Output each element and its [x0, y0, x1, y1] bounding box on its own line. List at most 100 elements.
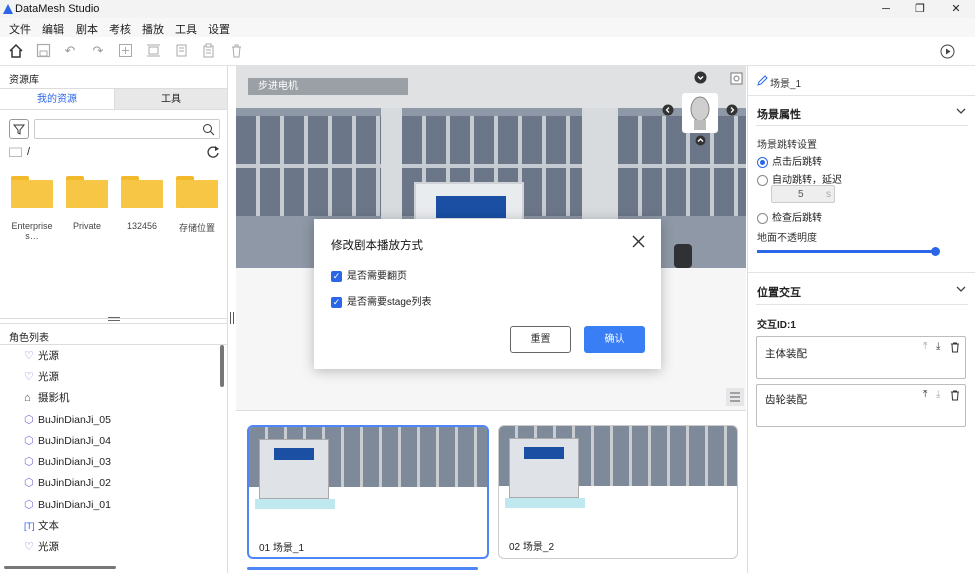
role-item[interactable]: ⬡ BuJinDianJi_03 [24, 452, 111, 473]
add-scene-icon[interactable] [118, 43, 133, 58]
minimize-button[interactable]: ─ [871, 0, 901, 18]
chevron-down-icon[interactable] [956, 108, 966, 116]
interaction-card[interactable]: 齿轮装配 ⤒ ⤓ [756, 384, 966, 427]
radio-click-jump[interactable]: 点击后跳转 [757, 153, 822, 168]
scene-thumbnail-1[interactable]: 01 场景_1 [247, 425, 489, 559]
scene-name-label: 步进电机 [248, 78, 408, 95]
close-window-button[interactable]: ✕ [941, 0, 971, 18]
paste-icon[interactable] [201, 43, 216, 58]
trash-icon[interactable] [950, 390, 960, 401]
cube-icon: ⬡ [24, 477, 34, 489]
collapse-view-icon[interactable] [694, 71, 707, 84]
filter-button[interactable] [9, 119, 29, 139]
thumbnail-board [509, 438, 579, 498]
role-item[interactable]: ♡ 光源 [24, 346, 59, 367]
folder-label: 132456 [126, 221, 158, 231]
roles-scrollbar[interactable] [220, 345, 224, 387]
role-item[interactable]: ⬡ BuJinDianJi_05 [24, 410, 111, 431]
splitter-handle[interactable] [108, 317, 120, 321]
option-stage-list[interactable]: ✓ 是否需要stage列表 [331, 293, 431, 308]
cube-icon: ⬡ [24, 414, 34, 426]
folder-label: 存储位置 [178, 223, 215, 233]
avatar-gizmo[interactable] [682, 93, 718, 133]
app-title: DataMesh Studio [15, 3, 100, 15]
list-view-icon[interactable] [726, 388, 744, 406]
scene-label: 01 场景_1 [259, 543, 305, 554]
panel-splitter[interactable] [230, 312, 234, 324]
expand-view-icon[interactable] [695, 135, 706, 146]
roles-title: 角色列表 [9, 333, 49, 344]
divider [756, 304, 968, 305]
menu-file[interactable]: 文件 [9, 21, 31, 37]
head-icon [690, 96, 710, 130]
role-item[interactable]: ⌂ 摄影机 [24, 388, 70, 409]
confirm-button[interactable]: 确认 [584, 326, 645, 353]
play-icon[interactable] [940, 44, 955, 59]
text-icon: [T] [24, 521, 35, 531]
insert-scene-icon[interactable] [146, 43, 161, 58]
filter-icon [12, 124, 26, 135]
scene-strip-scrollbar[interactable] [247, 567, 478, 570]
role-item[interactable]: ♡ 光源 [24, 537, 59, 558]
search-input[interactable] [34, 119, 220, 139]
undo-icon[interactable]: ↶ [61, 42, 79, 60]
slider-handle[interactable] [931, 247, 940, 256]
role-item[interactable]: ♡ 光源 [24, 367, 59, 388]
redo-icon[interactable]: ↷ [89, 42, 107, 60]
motor-part [674, 244, 692, 268]
menu-settings[interactable]: 设置 [208, 21, 230, 37]
title-bar: DataMesh Studio ─ ❐ ✕ [0, 0, 975, 18]
delay-input[interactable]: 5 s [771, 185, 835, 203]
copy-icon[interactable] [174, 43, 189, 58]
move-up-icon[interactable]: ⤒ [923, 341, 927, 352]
menu-script[interactable]: 剧本 [76, 21, 98, 37]
folder-label: Enterprise s… [11, 221, 53, 241]
scene-name[interactable]: 场景_1 [770, 75, 801, 90]
save-icon[interactable] [36, 43, 51, 58]
edit-icon[interactable] [757, 75, 768, 86]
interaction-title: 位置交互 [757, 287, 801, 299]
role-item[interactable]: ⬡ BuJinDianJi_01 [24, 495, 111, 516]
radio-check-jump[interactable]: 检查后跳转 [757, 209, 822, 224]
menu-play[interactable]: 播放 [142, 21, 164, 37]
reset-button[interactable]: 重置 [510, 326, 571, 353]
interaction-card[interactable]: 主体装配 ⤒ ⤓ [756, 336, 966, 379]
folder-icon [121, 176, 163, 208]
playback-mode-dialog: 修改剧本播放方式 ✓ 是否需要翻页 ✓ 是否需要stage列表 重置 确认 [314, 219, 661, 369]
move-up-icon[interactable]: ⤒ [923, 389, 927, 400]
move-down-icon[interactable]: ⤓ [936, 341, 940, 352]
menu-tools[interactable]: 工具 [175, 21, 197, 37]
close-icon[interactable] [632, 235, 645, 248]
radio-auto-jump[interactable]: 自动跳转，延迟 [757, 171, 842, 186]
search-icon[interactable] [202, 123, 215, 136]
next-view-icon[interactable] [726, 104, 738, 116]
prev-view-icon[interactable] [662, 104, 674, 116]
menu-assess[interactable]: 考核 [109, 21, 131, 37]
scene-thumbnail-2[interactable]: 02 场景_2 [498, 425, 738, 559]
divider [748, 272, 975, 273]
horizontal-scrollbar[interactable] [4, 566, 116, 569]
trash-icon[interactable] [950, 342, 960, 353]
restore-button[interactable]: ❐ [905, 0, 935, 18]
move-down-icon[interactable]: ⤓ [936, 389, 940, 400]
screenshot-icon[interactable] [730, 72, 743, 85]
thumbnail-board [259, 439, 329, 499]
menu-edit[interactable]: 编辑 [42, 21, 64, 37]
folder-label: Private [72, 221, 101, 231]
role-item[interactable]: [T] 文本 [24, 516, 59, 537]
chevron-down-icon[interactable] [956, 286, 966, 294]
role-item[interactable]: ⬡ BuJinDianJi_02 [24, 473, 111, 494]
tab-tools[interactable]: 工具 [114, 88, 228, 110]
refresh-icon[interactable] [206, 145, 220, 159]
home-icon[interactable] [8, 43, 24, 59]
card-label: 主体装配 [765, 348, 807, 360]
lightbulb-icon: ♡ [24, 541, 34, 553]
checkbox-checked-icon: ✓ [331, 296, 342, 308]
role-item[interactable]: ⬡ BuJinDianJi_04 [24, 431, 111, 452]
tab-my-resources[interactable]: 我的资源 [0, 88, 114, 110]
delete-icon[interactable] [229, 43, 244, 58]
option-page-turn[interactable]: ✓ 是否需要翻页 [331, 267, 407, 282]
opacity-label: 地面不透明度 [757, 233, 817, 244]
cube-icon: ⬡ [24, 435, 34, 447]
opacity-slider[interactable] [757, 250, 935, 253]
